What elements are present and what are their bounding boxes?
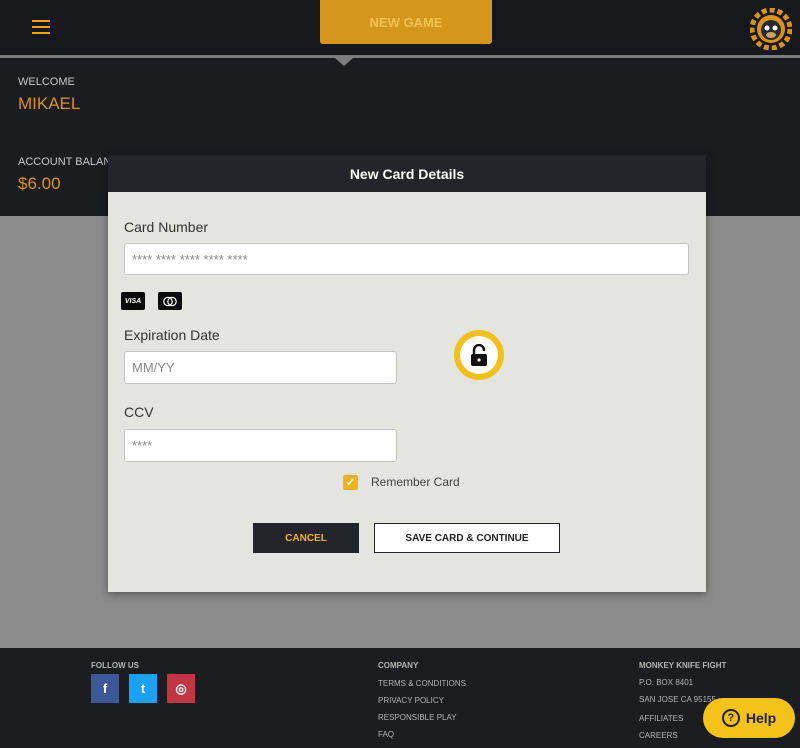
mastercard-icon xyxy=(158,292,182,310)
card-number-label: Card Number xyxy=(124,219,209,235)
follow-heading: FOLLOW US xyxy=(91,661,139,670)
terms-link[interactable]: TERMS & CONDITIONS xyxy=(378,679,466,688)
remember-card-label: Remember Card xyxy=(371,475,460,489)
cancel-button[interactable]: CANCEL xyxy=(253,523,359,553)
address-line1: P.O. BOX 8401 xyxy=(639,678,694,687)
expiration-label: Expiration Date xyxy=(124,327,220,343)
lock-icon xyxy=(454,330,504,380)
privacy-link[interactable]: PRIVACY POLICY xyxy=(378,696,444,705)
welcome-label: WELCOME xyxy=(18,76,75,88)
brand-heading: MONKEY KNIFE FIGHT xyxy=(639,661,727,670)
balance-label: ACCOUNT BALANCE xyxy=(18,156,110,168)
twitter-icon[interactable]: t xyxy=(129,674,157,703)
user-name: MIKAEL xyxy=(18,94,81,113)
instagram-icon[interactable]: ◎ xyxy=(167,674,195,703)
ccv-label: CCV xyxy=(124,404,154,420)
help-icon: ? xyxy=(721,709,740,727)
help-label: Help xyxy=(745,710,777,726)
company-heading: COMPANY xyxy=(378,661,419,670)
address-line2: SAN JOSE CA 95155 xyxy=(639,695,716,704)
top-bar: NEW GAME xyxy=(0,0,800,56)
help-button[interactable]: ? Help xyxy=(703,698,795,738)
modal-title: New Card Details xyxy=(108,155,706,192)
balance-value: $6.00 xyxy=(18,174,61,193)
careers-link[interactable]: CAREERS xyxy=(639,731,678,740)
menu-icon[interactable] xyxy=(32,20,50,34)
facebook-icon[interactable]: f xyxy=(91,674,119,703)
card-number-input[interactable] xyxy=(124,243,689,275)
faq-link[interactable]: FAQ xyxy=(378,730,394,739)
monkey-gear-logo-icon[interactable] xyxy=(750,8,792,50)
new-game-button[interactable]: NEW GAME xyxy=(320,0,492,44)
caret-down-icon xyxy=(335,58,353,66)
save-card-continue-button[interactable]: SAVE CARD & CONTINUE xyxy=(374,523,560,553)
header-divider xyxy=(0,55,800,58)
new-card-modal: New Card Details Card Number VISA Expira… xyxy=(108,155,706,592)
expiration-input[interactable] xyxy=(124,351,397,384)
visa-icon: VISA xyxy=(121,292,145,310)
ccv-input[interactable] xyxy=(124,429,397,462)
remember-card-checkbox[interactable]: ✓ xyxy=(343,475,358,490)
responsible-play-link[interactable]: RESPONSIBLE PLAY xyxy=(378,713,457,722)
affiliates-link[interactable]: AFFILIATES xyxy=(639,714,683,723)
